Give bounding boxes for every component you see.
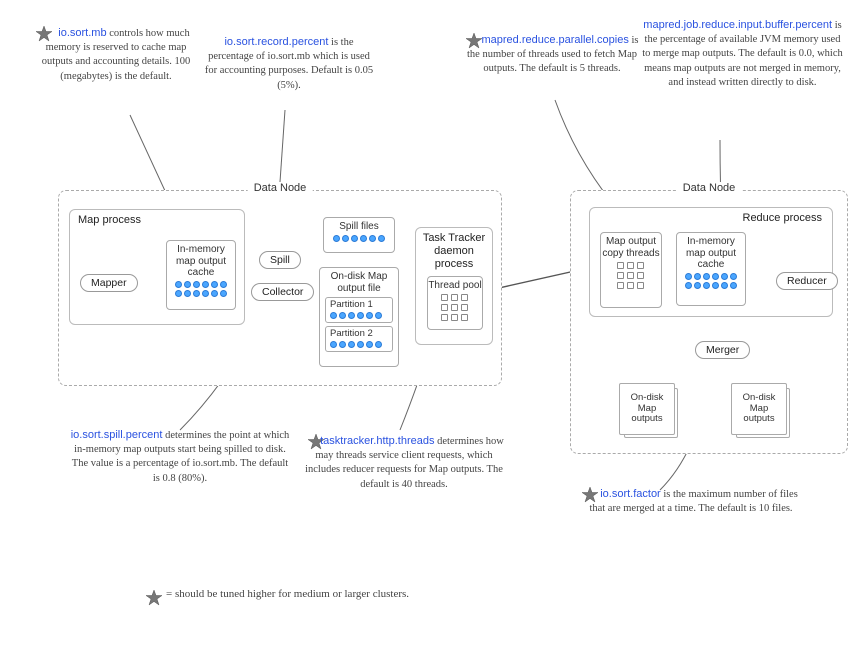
partition-2: Partition 2 <box>325 326 393 352</box>
in-memory-cache-left: In-memory map output cache <box>166 240 236 310</box>
partition-1: Partition 1 <box>325 297 393 323</box>
ondisk-map-output-file: On-disk Map output file Partition 1 Part… <box>319 267 399 367</box>
annotation-io-sort-factor: io.sort.factor is the maximum number of … <box>578 485 804 516</box>
annotation-parallel-copies: mapred.reduce.parallel.copies is the num… <box>462 31 642 77</box>
ondisk-outputs-right: On-disk Map outputs <box>731 383 787 435</box>
partition-2-label: Partition 2 <box>330 329 388 340</box>
reducer-box: Reducer <box>776 272 838 290</box>
task-tracker-process: Task Tracker daemon process Thread pool <box>415 227 493 345</box>
ondisk-outputs-right-label: On-disk Map outputs <box>731 383 787 435</box>
spill-files-dots <box>324 233 394 246</box>
ondisk-outputs-left: On-disk Map outputs <box>619 383 675 435</box>
legend-text: = should be tuned higher for medium or l… <box>166 588 409 600</box>
spill-box: Spill <box>259 251 301 269</box>
key-io-sort-mb: io.sort.mb <box>58 27 106 39</box>
merger-box: Merger <box>695 341 750 359</box>
diagram-canvas: io.sort.mb controls how much memory is r… <box>0 0 860 659</box>
copy-threads-box: Map output copy threads <box>600 232 662 308</box>
ondisk-map-output-file-label: On-disk Map output file <box>320 271 398 294</box>
in-memory-cache-right-label: In-memory map output cache <box>677 236 745 271</box>
annotation-reduce-input-buffer: mapred.job.reduce.input.buffer.percent i… <box>640 18 845 90</box>
annotation-spill-percent: io.sort.spill.percent determines the poi… <box>70 428 290 486</box>
reduce-process: Reduce process Map output copy threads I… <box>589 207 833 317</box>
thread-pool-box: Thread pool <box>427 276 483 330</box>
spill-files-label: Spill files <box>324 221 394 233</box>
data-node-left-label: Data Node <box>248 182 313 194</box>
reduce-process-label: Reduce process <box>590 208 832 228</box>
key-spill-percent: io.sort.spill.percent <box>71 429 163 441</box>
annotation-io-sort-record-percent: io.sort.record.percent is the percentage… <box>204 35 374 93</box>
in-memory-cache-right: In-memory map output cache <box>676 232 746 306</box>
cache-left-dots <box>167 279 235 301</box>
ondisk-outputs-left-label: On-disk Map outputs <box>619 383 675 435</box>
annotation-io-sort-mb: io.sort.mb controls how much memory is r… <box>32 24 200 84</box>
data-node-right: Data Node Reduce process Map output copy… <box>570 190 848 454</box>
annotation-http-threads: tasktracker.http.threads determines how … <box>304 432 504 492</box>
data-node-left: Data Node Map process Mapper In-memory m… <box>58 190 502 386</box>
collector-box: Collector <box>251 283 314 301</box>
thread-pool-label: Thread pool <box>428 280 482 292</box>
task-tracker-label: Task Tracker daemon process <box>416 228 492 272</box>
map-process-label: Map process <box>70 210 244 230</box>
cache-right-dots <box>677 271 745 293</box>
thread-pool-grid <box>428 291 482 326</box>
partition-1-label: Partition 1 <box>330 300 388 311</box>
in-memory-cache-left-label: In-memory map output cache <box>167 244 235 279</box>
key-parallel-copies: mapred.reduce.parallel.copies <box>481 34 628 46</box>
legend: = should be tuned higher for medium or l… <box>166 588 426 600</box>
mapper-box: Mapper <box>80 274 138 292</box>
key-http-threads: tasktracker.http.threads <box>320 435 434 447</box>
spill-files-box: Spill files <box>323 217 395 253</box>
key-io-sort-factor: io.sort.factor <box>600 488 661 500</box>
key-io-sort-record-percent: io.sort.record.percent <box>224 36 328 48</box>
map-process: Map process Mapper In-memory map output … <box>69 209 245 325</box>
copy-threads-label: Map output copy threads <box>601 236 661 259</box>
data-node-right-label: Data Node <box>677 182 742 194</box>
key-reduce-input-buffer: mapred.job.reduce.input.buffer.percent <box>643 19 832 31</box>
copy-threads-grid <box>601 259 661 294</box>
